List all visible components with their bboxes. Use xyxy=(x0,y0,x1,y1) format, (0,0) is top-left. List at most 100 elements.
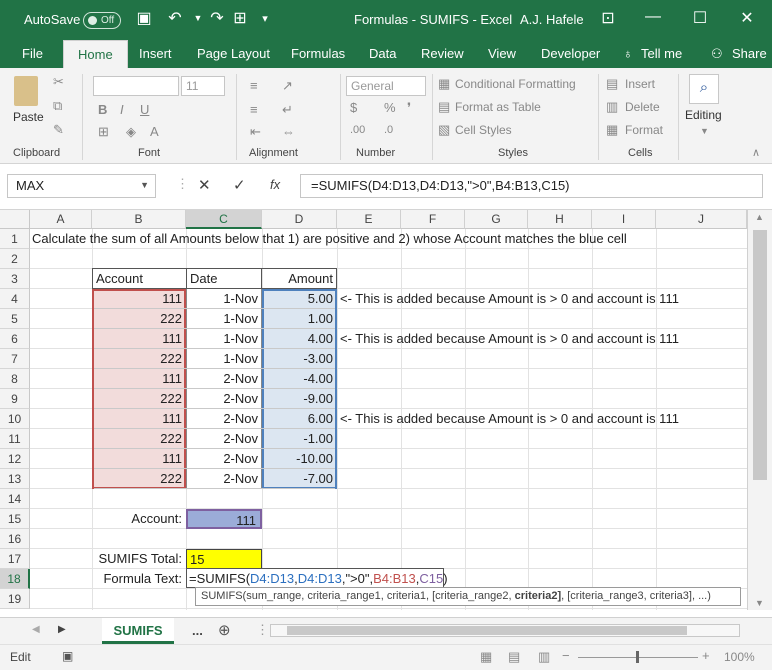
cancel-icon[interactable]: ✕ xyxy=(198,176,211,194)
cell-amount[interactable]: 6.00 xyxy=(262,409,337,429)
formula-input[interactable]: =SUMIFS(D4:D13,D4:D13,">0",B4:B13,C15) xyxy=(300,174,763,198)
autosave-toggle[interactable]: Off xyxy=(83,12,121,29)
horizontal-scrollbar[interactable] xyxy=(270,624,740,637)
cell-date[interactable]: 1-Nov xyxy=(186,289,262,309)
cell-amount[interactable]: 4.00 xyxy=(262,329,337,349)
column-header-d[interactable]: D xyxy=(262,210,337,229)
cell-date[interactable]: 2-Nov xyxy=(186,429,262,449)
search-icon[interactable]: ⌕ xyxy=(689,74,719,104)
column-header-e[interactable]: E xyxy=(337,210,401,229)
column-header-b[interactable]: B xyxy=(92,210,186,229)
zoom-level[interactable]: 100% xyxy=(724,650,755,664)
cell-amount[interactable]: -7.00 xyxy=(262,469,337,489)
font-color-icon[interactable]: A xyxy=(150,124,159,139)
italic-icon[interactable]: I xyxy=(120,102,124,117)
tab-developer[interactable]: Developer xyxy=(541,46,600,61)
row-header-5[interactable]: 5 xyxy=(0,309,30,329)
column-header-i[interactable]: I xyxy=(592,210,656,229)
page-layout-view-icon[interactable]: ▤ xyxy=(508,649,520,665)
row-header-7[interactable]: 7 xyxy=(0,349,30,369)
increase-decimal-icon[interactable]: .00 xyxy=(350,124,365,136)
paste-button[interactable]: Paste xyxy=(13,110,44,124)
customize-toolbar-icon[interactable]: ▾ xyxy=(253,12,277,25)
more-sheets-button[interactable]: ... xyxy=(192,623,203,638)
cut-icon[interactable]: ✂ xyxy=(53,74,64,90)
cell-amount[interactable]: -4.00 xyxy=(262,369,337,389)
sumifs-total-label[interactable]: SUMIFS Total: xyxy=(92,549,186,569)
header-amount[interactable]: Amount xyxy=(262,269,337,289)
column-header-j[interactable]: J xyxy=(656,210,747,229)
tab-review[interactable]: Review xyxy=(421,46,464,61)
select-all-button[interactable] xyxy=(0,210,30,229)
column-header-g[interactable]: G xyxy=(465,210,528,229)
chevron-down-icon[interactable]: ▼ xyxy=(140,180,149,190)
paste-icon[interactable] xyxy=(14,76,38,106)
name-box[interactable]: MAX ▼ xyxy=(7,174,156,198)
cell-account[interactable]: 111 xyxy=(92,409,186,429)
zoom-in-icon[interactable]: + xyxy=(702,648,710,663)
zoom-out-icon[interactable]: − xyxy=(562,648,570,663)
insert-button[interactable]: Insert xyxy=(625,77,655,91)
sheet-tab-sumifs[interactable]: SUMIFS xyxy=(102,618,174,644)
row-header-6[interactable]: 6 xyxy=(0,329,30,349)
enter-icon[interactable]: ✓ xyxy=(233,176,246,194)
fill-color-icon[interactable]: ◈ xyxy=(126,124,136,140)
cell-account[interactable]: 222 xyxy=(92,429,186,449)
minimize-icon[interactable]: — xyxy=(641,8,665,26)
column-header-f[interactable]: F xyxy=(401,210,465,229)
font-size-box[interactable]: 11 xyxy=(181,76,225,96)
cell-date[interactable]: 2-Nov xyxy=(186,409,262,429)
undo-icon[interactable]: ↶ xyxy=(163,8,187,28)
collapse-ribbon-icon[interactable]: ∧ xyxy=(752,146,760,159)
save-icon[interactable]: ▣ xyxy=(132,8,156,28)
cell-account[interactable]: 111 xyxy=(92,449,186,469)
cell-styles-button[interactable]: Cell Styles xyxy=(455,123,512,137)
cell-amount[interactable]: -3.00 xyxy=(262,349,337,369)
tab-file[interactable]: File xyxy=(22,46,43,61)
insert-function-icon[interactable]: fx xyxy=(270,177,280,192)
cell-date[interactable]: 1-Nov xyxy=(186,349,262,369)
header-account[interactable]: Account xyxy=(92,269,186,289)
vertical-scrollbar[interactable]: ▲ ▼ xyxy=(747,210,772,610)
column-header-a[interactable]: A xyxy=(30,210,92,229)
share-button[interactable]: Share xyxy=(732,46,767,61)
comma-icon[interactable]: ❜ xyxy=(407,100,411,116)
format-painter-icon[interactable]: ✎ xyxy=(53,122,64,138)
number-format-box[interactable]: General xyxy=(346,76,426,96)
cell-note[interactable]: <- This is added because Amount is > 0 a… xyxy=(340,329,679,349)
chevron-down-icon[interactable]: ▼ xyxy=(700,126,709,136)
cell-date[interactable]: 1-Nov xyxy=(186,329,262,349)
cell-amount[interactable]: -10.00 xyxy=(262,449,337,469)
underline-icon[interactable]: U xyxy=(140,102,149,117)
sumifs-total-value[interactable]: 15 xyxy=(186,549,262,569)
formula-text-label[interactable]: Formula Text: xyxy=(80,569,186,589)
cell-amount[interactable]: 1.00 xyxy=(262,309,337,329)
editing-button[interactable]: Editing xyxy=(685,108,722,122)
row-header-14[interactable]: 14 xyxy=(0,489,30,509)
cell-account[interactable]: 222 xyxy=(92,469,186,489)
scroll-right-icon[interactable]: ▶ xyxy=(58,624,66,635)
cell-account[interactable]: 222 xyxy=(92,389,186,409)
cell-date[interactable]: 1-Nov xyxy=(186,309,262,329)
row-header-8[interactable]: 8 xyxy=(0,369,30,389)
tab-formulas[interactable]: Formulas xyxy=(291,46,345,61)
currency-icon[interactable]: $ xyxy=(350,100,357,115)
cell-account[interactable]: 222 xyxy=(92,309,186,329)
instruction-text[interactable]: Calculate the sum of all Amounts below t… xyxy=(32,229,627,249)
page-break-view-icon[interactable]: ▥ xyxy=(538,649,550,665)
row-header-18[interactable]: 18 xyxy=(0,569,30,589)
copy-icon[interactable]: ⧉ xyxy=(53,98,62,114)
cell-note[interactable]: <- This is added because Amount is > 0 a… xyxy=(340,409,679,429)
ribbon-display-icon[interactable]: ⊡ xyxy=(596,8,620,28)
row-header-16[interactable]: 16 xyxy=(0,529,30,549)
redo-icon[interactable]: ↷ xyxy=(205,8,229,28)
maximize-icon[interactable]: ☐ xyxy=(688,8,712,28)
conditional-formatting-button[interactable]: Conditional Formatting xyxy=(455,77,576,91)
column-header-c[interactable]: C xyxy=(186,210,262,229)
format-as-table-button[interactable]: Format as Table xyxy=(455,100,541,114)
row-header-10[interactable]: 10 xyxy=(0,409,30,429)
close-icon[interactable]: ✕ xyxy=(735,8,759,28)
tab-page-layout[interactable]: Page Layout xyxy=(197,46,270,61)
row-header-17[interactable]: 17 xyxy=(0,549,30,569)
wrap-text-icon[interactable]: ↵ xyxy=(282,102,293,118)
